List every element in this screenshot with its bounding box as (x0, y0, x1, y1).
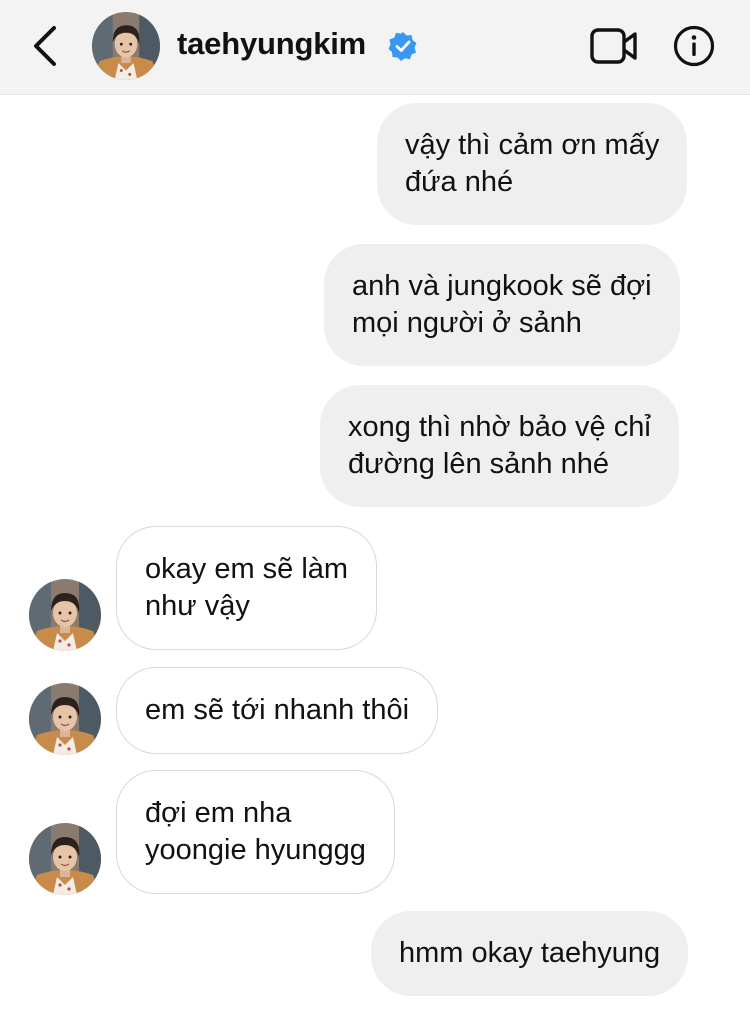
chat-header: taehyungkim (0, 0, 750, 95)
message-text-line: đường lên sảnh nhé (348, 448, 609, 480)
message-text-line: okay em sẽ làm (145, 553, 349, 585)
username[interactable]: taehyungkim (177, 26, 366, 62)
message-text-line: đợi em nha (145, 797, 292, 829)
message-incoming[interactable]: em sẽ tới nhanh thôi (116, 667, 439, 754)
message-text-line: xong thì nhờ bảo vệ chỉ (348, 411, 651, 443)
message-incoming[interactable]: đợi em nha yoongie hyunggg (116, 770, 395, 894)
message-text-line: mọi người ở sảnh (352, 307, 582, 339)
message-outgoing[interactable]: vậy thì cảm ơn mấy đứa nhé (377, 103, 688, 225)
message-outgoing[interactable]: anh và jungkook sẽ đợi mọi người ở sảnh (324, 244, 680, 366)
info-icon[interactable] (672, 24, 716, 68)
back-arrow-icon[interactable] (26, 24, 66, 68)
avatar[interactable] (92, 12, 160, 80)
message-text-line: hmm okay taehyung (399, 937, 661, 969)
message-outgoing[interactable]: xong thì nhờ bảo vệ chỉ đường lên sảnh n… (320, 385, 679, 507)
video-call-icon[interactable] (588, 24, 640, 68)
message-incoming[interactable]: okay em sẽ làm như vậy (116, 526, 378, 650)
message-text-line: anh và jungkook sẽ đợi (352, 270, 652, 302)
message-outgoing[interactable]: hmm okay taehyung (371, 911, 689, 996)
avatar[interactable] (29, 579, 101, 651)
message-text-line: đứa nhé (405, 166, 514, 198)
avatar[interactable] (29, 823, 101, 895)
message-text-line: vậy thì cảm ơn mấy (405, 129, 660, 161)
message-text-line: như vậy (145, 590, 250, 622)
avatar[interactable] (29, 683, 101, 755)
verified-badge-icon (388, 32, 417, 61)
message-text-line: yoongie hyunggg (145, 834, 366, 866)
message-text-line: em sẽ tới nhanh thôi (145, 694, 410, 726)
